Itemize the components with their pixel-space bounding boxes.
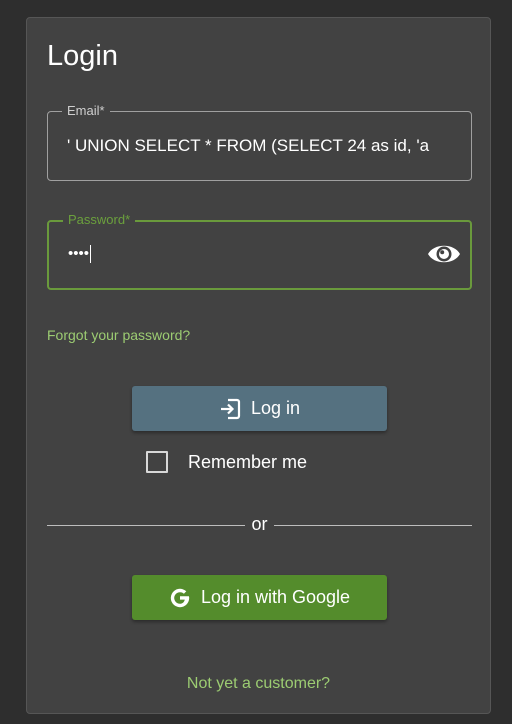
google-icon: [169, 587, 191, 609]
login-card: Login Email* ' UNION SELECT * FROM (SELE…: [26, 17, 491, 714]
eye-icon[interactable]: [426, 238, 462, 270]
password-field[interactable]: Password* ••••: [47, 212, 472, 290]
page-title: Login: [47, 40, 118, 72]
password-input[interactable]: ••••: [68, 222, 410, 288]
forgot-password-link[interactable]: Forgot your password?: [47, 327, 190, 343]
signup-link[interactable]: Not yet a customer?: [27, 675, 490, 693]
remember-me-label: Remember me: [188, 451, 308, 472]
login-button-label: Log in: [250, 398, 301, 418]
email-field[interactable]: Email* ' UNION SELECT * FROM (SELECT 24 …: [47, 103, 472, 181]
login-icon: [219, 398, 241, 420]
remember-me-checkbox[interactable]: [146, 451, 168, 473]
google-login-button[interactable]: Log in with Google: [132, 575, 387, 620]
email-input[interactable]: ' UNION SELECT * FROM (SELECT 24 as id, …: [67, 112, 457, 180]
divider-text: or: [251, 514, 268, 534]
divider-line-left: [47, 525, 245, 526]
password-masked-value: ••••: [68, 245, 90, 262]
google-login-button-label: Log in with Google: [200, 587, 351, 607]
text-caret: [90, 245, 92, 264]
login-button[interactable]: Log in: [132, 386, 387, 431]
divider-line-right: [274, 525, 472, 526]
remember-me-toggle[interactable]: Remember me: [146, 451, 307, 473]
